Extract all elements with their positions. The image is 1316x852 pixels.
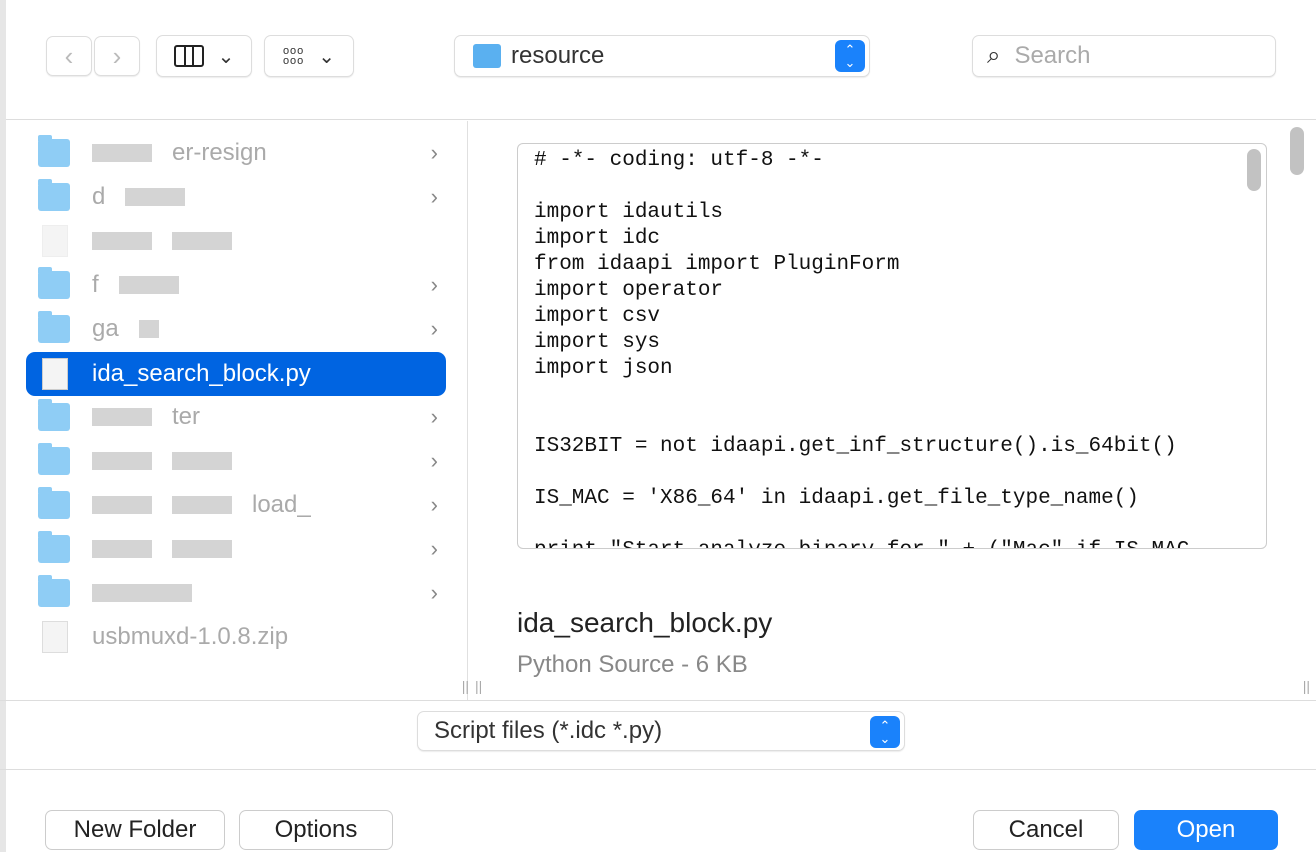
item-label: ter	[172, 403, 201, 430]
preview-filename: ida_search_block.py	[517, 607, 773, 638]
list-item[interactable]: ter ›	[26, 395, 446, 439]
chevron-right-icon: ›	[430, 184, 438, 209]
view-mode-button[interactable]: ⌄	[156, 35, 252, 77]
popup-stepper-icon: ⌃ ⌄	[870, 716, 900, 748]
file-list: er-resign › d › f › ga › ida_search_block.py…	[6, 121, 469, 700]
chevron-right-icon: ›	[430, 580, 438, 605]
code-preview[interactable]: # -*- coding: utf-8 -*- import idautils …	[517, 143, 1267, 549]
list-item[interactable]	[26, 219, 446, 263]
item-label: ga	[92, 315, 119, 342]
list-item[interactable]: ga ›	[26, 307, 446, 351]
chevron-right-icon: ›	[430, 536, 438, 561]
item-label: usbmuxd-1.0.8.zip	[92, 623, 289, 650]
folder-icon	[38, 399, 70, 431]
columns-icon	[173, 45, 204, 67]
chevron-right-icon: ›	[430, 404, 438, 429]
preview-info: Python Source - 6 KB	[517, 651, 748, 678]
column-resize-handle[interactable]: ||	[475, 678, 482, 694]
list-item[interactable]: f ›	[26, 263, 446, 307]
list-item[interactable]: load_ ›	[26, 483, 446, 527]
cancel-button[interactable]: Cancel	[973, 810, 1119, 850]
list-item-selected[interactable]: ida_search_block.py	[26, 352, 446, 396]
python-file-icon	[42, 358, 68, 390]
chevron-right-icon: ›	[430, 492, 438, 517]
chevron-right-icon: ›	[430, 448, 438, 473]
column-resize-handle[interactable]: ||	[1303, 678, 1310, 694]
chevron-down-icon: ⌄	[217, 45, 235, 68]
popup-stepper-icon: ⌃ ⌄	[835, 40, 865, 72]
folder-icon	[38, 311, 70, 343]
list-item[interactable]: er-resign ›	[26, 131, 446, 175]
location-popup[interactable]: resource ⌃ ⌄	[454, 35, 870, 77]
preview-pane: # -*- coding: utf-8 -*- import idautils …	[469, 121, 1316, 700]
folder-icon	[38, 179, 70, 211]
column-resize-handle[interactable]: ||	[462, 678, 469, 694]
list-item[interactable]: ›	[26, 439, 446, 483]
folder-icon	[38, 531, 70, 563]
folder-icon	[38, 575, 70, 607]
list-item[interactable]: usbmuxd-1.0.8.zip	[26, 615, 446, 659]
search-icon: ⌕	[987, 42, 1001, 69]
folder-icon	[38, 443, 70, 475]
zip-file-icon	[42, 621, 68, 653]
item-label: ida_search_block.py	[92, 360, 311, 387]
item-label: load_	[252, 491, 311, 518]
code-scrollbar[interactable]	[1247, 149, 1261, 191]
group-button[interactable]: ooo ooo ⌄	[264, 35, 354, 77]
chevron-right-icon: ›	[430, 140, 438, 165]
folder-icon	[473, 44, 501, 68]
grid-icon: ooo ooo	[282, 45, 305, 67]
back-button[interactable]: ‹	[46, 36, 92, 76]
preview-scrollbar[interactable]	[1290, 127, 1304, 175]
file-type-label: Script files (*.idc *.py)	[434, 717, 663, 744]
toolbar: ‹ › ⌄ ooo ooo ⌄ resource ⌃ ⌄ ⌕ Search	[6, 0, 1316, 120]
chevron-right-icon: ›	[430, 316, 438, 341]
folder-icon	[38, 135, 70, 167]
new-folder-button[interactable]: New Folder	[45, 810, 225, 850]
location-label: resource	[511, 42, 605, 69]
open-button[interactable]: Open	[1134, 810, 1278, 850]
item-label: d	[92, 183, 106, 210]
file-icon	[42, 225, 68, 257]
folder-icon	[38, 487, 70, 519]
search-field[interactable]: ⌕ Search	[972, 35, 1276, 77]
list-item[interactable]: ›	[26, 527, 446, 571]
item-label: f	[92, 271, 99, 298]
filter-bar: Script files (*.idc *.py) ⌃ ⌄	[0, 700, 1316, 770]
folder-icon	[38, 267, 70, 299]
item-label: er-resign	[172, 139, 267, 166]
list-item[interactable]: d ›	[26, 175, 446, 219]
search-placeholder: Search	[1014, 42, 1091, 69]
chevron-right-icon: ›	[430, 272, 438, 297]
forward-button[interactable]: ›	[94, 36, 140, 76]
chevron-down-icon: ⌄	[318, 45, 336, 68]
options-button[interactable]: Options	[239, 810, 393, 850]
file-type-popup[interactable]: Script files (*.idc *.py) ⌃ ⌄	[417, 711, 905, 751]
list-item[interactable]: ›	[26, 571, 446, 615]
